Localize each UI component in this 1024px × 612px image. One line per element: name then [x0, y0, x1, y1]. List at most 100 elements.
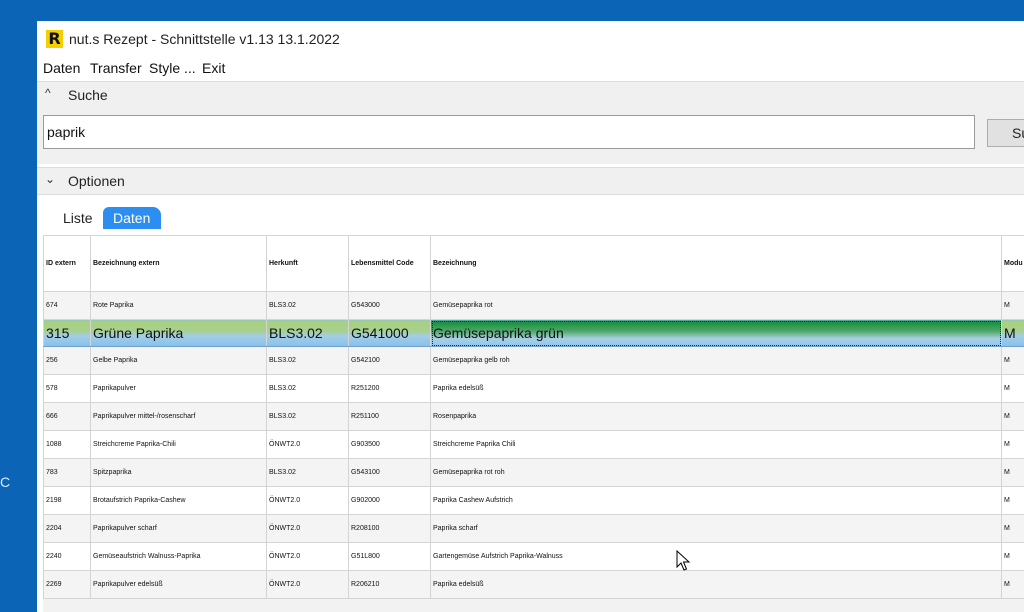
cell-id[interactable]: 315 — [43, 319, 91, 347]
header-id[interactable]: ID extern — [43, 235, 91, 292]
cell-herkunft[interactable]: BLS3.02 — [266, 458, 349, 487]
cell-herkunft[interactable]: ÖNWT2.0 — [266, 430, 349, 459]
table-row[interactable]: 2240 Gemüseaufstrich Walnuss-Paprika ÖNWT2… — [43, 542, 1024, 571]
cell-code[interactable]: G541000 — [348, 319, 431, 347]
tab-bar: Liste Daten — [37, 195, 1024, 231]
table-row[interactable]: 578 Paprikapulver BLS3.02 R251200 Paprika ed… — [43, 374, 1024, 403]
table-row[interactable]: 1088 Streichcreme Paprika-Chili ÖNWT2.0 G90… — [43, 430, 1024, 459]
cell-herkunft[interactable]: ÖNWT2.0 — [266, 542, 349, 571]
cell-bezeichnung[interactable]: Gemüsepaprika grün — [430, 319, 1002, 347]
cell-modul[interactable]: M — [1001, 514, 1024, 543]
cell-bez-ext[interactable]: Rote Paprika — [90, 291, 267, 320]
table-row[interactable]: 674 Rote Paprika BLS3.02 G543000 Gemüsepapri… — [43, 291, 1024, 320]
cell-bez-ext[interactable]: Brotaufstrich Paprika-Cashew — [90, 486, 267, 515]
cell-bez-ext[interactable]: Spitzpaprika — [90, 458, 267, 487]
cell-bezeichnung[interactable]: Streichcreme Paprika Chili — [430, 430, 1002, 459]
cell-bezeichnung[interactable]: Paprika scharf — [430, 514, 1002, 543]
cell-code[interactable]: G543100 — [348, 458, 431, 487]
cell-code[interactable]: G902000 — [348, 486, 431, 515]
cell-code[interactable]: G903500 — [348, 430, 431, 459]
cell-bez-ext[interactable]: Gemüseaufstrich Walnuss-Paprika — [90, 542, 267, 571]
cell-bez-ext[interactable]: Paprikapulver scharf — [90, 514, 267, 543]
cell-code[interactable]: G542100 — [348, 346, 431, 375]
cell-bezeichnung[interactable]: Gemüsepaprika rot — [430, 291, 1002, 320]
window-title: nut.s Rezept - Schnittstelle v1.13 13.1.… — [69, 31, 340, 47]
cell-bez-ext[interactable]: Paprikapulver edelsüß — [90, 570, 267, 599]
cell-bez-ext[interactable]: Paprikapulver mittel-/rosenscharf — [90, 402, 267, 431]
cell-modul[interactable]: M — [1001, 291, 1024, 320]
cell-bezeichnung[interactable]: Gemüsepaprika gelb roh — [430, 346, 1002, 375]
search-section-header[interactable]: ^ Suche — [37, 81, 1024, 109]
cell-id[interactable]: 2198 — [43, 486, 91, 515]
cell-id[interactable]: 674 — [43, 291, 91, 320]
cell-modul[interactable]: M — [1001, 402, 1024, 431]
cell-herkunft[interactable]: BLS3.02 — [266, 291, 349, 320]
cell-modul[interactable]: M — [1001, 430, 1024, 459]
tab-daten[interactable]: Daten — [103, 207, 161, 229]
menu-daten[interactable]: Daten — [43, 60, 80, 76]
cell-modul[interactable]: M — [1001, 570, 1024, 599]
cell-id[interactable]: 578 — [43, 374, 91, 403]
cell-bezeichnung[interactable]: Paprika Cashew Aufstrich — [430, 486, 1002, 515]
cell-code[interactable]: R251200 — [348, 374, 431, 403]
data-grid: ID extern Bezeichnung extern Herkunft Le… — [43, 235, 1024, 612]
cell-id[interactable]: 1088 — [43, 430, 91, 459]
cell-modul[interactable]: M — [1001, 542, 1024, 571]
cell-modul[interactable]: M — [1001, 374, 1024, 403]
cell-bez-ext[interactable]: Grüne Paprika — [90, 319, 267, 347]
cell-herkunft[interactable]: BLS3.02 — [266, 346, 349, 375]
table-row-selected[interactable]: 315 Grüne Paprika BLS3.02 G541000 Gemüsepapr… — [43, 319, 1024, 347]
cell-id[interactable]: 2204 — [43, 514, 91, 543]
menu-transfer[interactable]: Transfer — [90, 60, 142, 76]
cell-code[interactable]: G543000 — [348, 291, 431, 320]
table-row[interactable]: 2198 Brotaufstrich Paprika-Cashew ÖNWT2.0 G… — [43, 486, 1024, 515]
cell-code[interactable]: R206210 — [348, 570, 431, 599]
table-row[interactable]: 256 Gelbe Paprika BLS3.02 G542100 Gemüsepapr… — [43, 346, 1024, 375]
cell-herkunft[interactable]: BLS3.02 — [266, 402, 349, 431]
cell-modul[interactable]: M — [1001, 346, 1024, 375]
menu-style[interactable]: Style ... — [149, 60, 196, 76]
cell-herkunft[interactable]: BLS3.02 — [266, 319, 349, 347]
cell-bez-ext[interactable]: Gelbe Paprika — [90, 346, 267, 375]
cell-bez-ext[interactable]: Paprikapulver — [90, 374, 267, 403]
cell-bezeichnung[interactable]: Rosenpaprika — [430, 402, 1002, 431]
cell-herkunft[interactable]: ÖNWT2.0 — [266, 570, 349, 599]
cell-id[interactable]: 256 — [43, 346, 91, 375]
menu-exit[interactable]: Exit — [202, 60, 225, 76]
cell-code[interactable]: G51L800 — [348, 542, 431, 571]
header-lebensmittel-code[interactable]: Lebensmittel Code — [348, 235, 431, 292]
options-section-header[interactable]: ⌄ Optionen — [37, 167, 1024, 195]
header-herkunft[interactable]: Herkunft — [266, 235, 349, 292]
cell-id[interactable]: 2240 — [43, 542, 91, 571]
cell-herkunft[interactable]: BLS3.02 — [266, 374, 349, 403]
search-input[interactable] — [43, 115, 975, 149]
cell-bezeichnung[interactable]: Gartengemüse Aufstrich Paprika-Walnuss — [430, 542, 1002, 571]
search-panel: Su — [37, 108, 1024, 164]
header-bezeichnung[interactable]: Bezeichnung — [430, 235, 1002, 292]
cell-id[interactable]: 2269 — [43, 570, 91, 599]
search-button[interactable]: Su — [987, 119, 1024, 147]
cell-bezeichnung[interactable]: Gemüsepaprika rot roh — [430, 458, 1002, 487]
search-section-label: Suche — [68, 87, 108, 103]
cell-modul[interactable]: M — [1001, 458, 1024, 487]
cell-id[interactable]: 783 — [43, 458, 91, 487]
cell-code[interactable]: R208100 — [348, 514, 431, 543]
cell-code[interactable]: R251100 — [348, 402, 431, 431]
table-row[interactable]: 2204 Paprikapulver scharf ÖNWT2.0 R208100 Pa… — [43, 514, 1024, 543]
table-row[interactable]: 2269 Paprikapulver edelsüß ÖNWT2.0 R206210 P… — [43, 570, 1024, 599]
cell-bezeichnung[interactable]: Paprika edelsüß — [430, 570, 1002, 599]
cell-bezeichnung[interactable]: Paprika edelsüß — [430, 374, 1002, 403]
cell-modul[interactable]: M — [1001, 486, 1024, 515]
table-row[interactable]: 783 Spitzpaprika BLS3.02 G543100 Gemüsepapri… — [43, 458, 1024, 487]
cell-herkunft[interactable]: ÖNWT2.0 — [266, 486, 349, 515]
app-window: R nut.s Rezept - Schnittstelle v1.13 13.… — [37, 21, 1024, 612]
cell-modul[interactable]: M — [1001, 319, 1024, 347]
table-row[interactable]: 666 Paprikapulver mittel-/rosenscharf BLS3… — [43, 402, 1024, 431]
cell-id[interactable]: 666 — [43, 402, 91, 431]
menu-bar: Daten Transfer Style ... Exit — [37, 58, 1024, 80]
cell-herkunft[interactable]: ÖNWT2.0 — [266, 514, 349, 543]
tab-liste[interactable]: Liste — [57, 207, 99, 229]
header-bezeichnung-extern[interactable]: Bezeichnung extern — [90, 235, 267, 292]
cell-bez-ext[interactable]: Streichcreme Paprika-Chili — [90, 430, 267, 459]
header-modul[interactable]: Modu — [1001, 235, 1024, 292]
